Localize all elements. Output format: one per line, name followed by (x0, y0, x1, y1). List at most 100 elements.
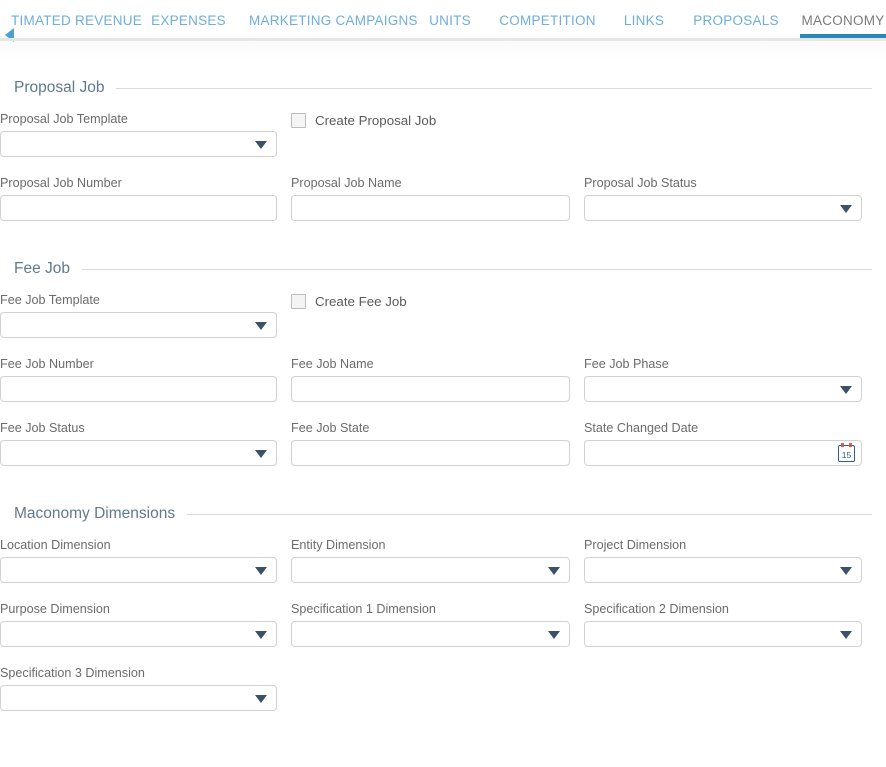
dropdown-proposal-job-template[interactable] (0, 131, 277, 157)
section-fields-maconomy-dimensions: Location Dimension Entity Dimension Projec… (0, 538, 886, 730)
field-label: Specification 3 Dimension (0, 666, 277, 681)
tab-bar-baseline (0, 38, 886, 41)
tab-proposals[interactable]: PROPOSALS (688, 0, 784, 38)
text-input-fee-job-number[interactable] (0, 376, 277, 402)
field-fee-job-template: Fee Job Template (0, 293, 277, 338)
field-label: Fee Job State (291, 421, 570, 436)
text-input-proposal-job-name[interactable] (291, 195, 570, 221)
dropdown-fee-job-phase[interactable] (584, 376, 862, 402)
tab-label: UNITS (429, 13, 471, 28)
field-fee-job-name: Fee Job Name (291, 357, 570, 402)
dropdown-specification-1-dimension[interactable] (291, 621, 570, 647)
tab-timated-revenue[interactable]: TIMATED REVENUE (11, 0, 131, 38)
calendar-icon-binding-right (849, 443, 852, 447)
dropdown-purpose-dimension[interactable] (0, 621, 277, 647)
checkbox-row-create-proposal-job[interactable]: Create Proposal Job (291, 113, 436, 128)
calendar-icon[interactable]: 15 (838, 445, 855, 462)
field-label: Proposal Job Status (584, 176, 862, 191)
field-label: Fee Job Phase (584, 357, 862, 372)
tab-bar-shadow (0, 41, 886, 61)
field-label: Specification 1 Dimension (291, 602, 570, 617)
checkbox-row-create-fee-job[interactable]: Create Fee Job (291, 294, 407, 309)
dropdown-specification-2-dimension[interactable] (584, 621, 862, 647)
field-label: Proposal Job Name (291, 176, 570, 191)
field-label: Project Dimension (584, 538, 862, 553)
section-divider (82, 269, 872, 270)
chevron-down-icon (840, 205, 852, 213)
section-fields-fee-job: Fee Job Template Fee Job Number Fee Job Na… (0, 293, 886, 485)
dropdown-specification-3-dimension[interactable] (0, 685, 277, 711)
chevron-down-icon (255, 631, 267, 639)
chevron-down-icon (548, 631, 560, 639)
field-label: Fee Job Status (0, 421, 277, 436)
checkbox-create-proposal-job[interactable] (291, 113, 306, 128)
field-label: Fee Job Number (0, 357, 277, 372)
dropdown-project-dimension[interactable] (584, 557, 862, 583)
dropdown-fee-job-template[interactable] (0, 312, 277, 338)
field-proposal-job-template: Proposal Job Template (0, 112, 277, 157)
tab-bar: TIMATED REVENUE EXPENSES MARKETING CAMPAIG… (0, 0, 886, 41)
field-proposal-job-status: Proposal Job Status (584, 176, 862, 221)
field-label: Specification 2 Dimension (584, 602, 862, 617)
field-purpose-dimension: Purpose Dimension (0, 602, 277, 647)
dropdown-location-dimension[interactable] (0, 557, 277, 583)
field-label: Proposal Job Number (0, 176, 277, 191)
chevron-down-icon (255, 141, 267, 149)
field-label: Entity Dimension (291, 538, 570, 553)
dropdown-proposal-job-status[interactable] (584, 195, 862, 221)
field-specification-3-dimension: Specification 3 Dimension (0, 666, 277, 711)
form-body: Proposal JobProposal Job TemplateProposa… (0, 79, 886, 730)
field-label: Fee Job Template (0, 293, 277, 308)
section-header-maconomy-dimensions: Maconomy Dimensions (0, 505, 886, 523)
section-divider (116, 88, 872, 89)
date-input-state-changed-date[interactable]: 15 (584, 440, 862, 466)
section-header-fee-job: Fee Job (0, 260, 886, 278)
tab-label: MARKETING CAMPAIGNS (249, 13, 418, 28)
field-state-changed-date: State Changed Date 15 (584, 421, 862, 466)
chevron-down-icon (548, 567, 560, 575)
field-location-dimension: Location Dimension (0, 538, 277, 583)
tab-label: MACONOMY (802, 13, 885, 28)
checkbox-label: Create Proposal Job (315, 113, 436, 128)
dropdown-fee-job-status[interactable] (0, 440, 277, 466)
field-fee-job-status: Fee Job Status (0, 421, 277, 466)
section-fields-proposal-job: Proposal Job Template Proposal Job Number… (0, 112, 886, 240)
field-fee-job-phase: Fee Job Phase (584, 357, 862, 402)
text-input-fee-job-name[interactable] (291, 376, 570, 402)
tab-label: COMPETITION (499, 13, 596, 28)
tab-strip: TIMATED REVENUE EXPENSES MARKETING CAMPAIG… (0, 0, 886, 38)
tab-links[interactable]: LINKS (620, 0, 668, 38)
field-entity-dimension: Entity Dimension (291, 538, 570, 583)
field-label: Fee Job Name (291, 357, 570, 372)
field-label: Location Dimension (0, 538, 277, 553)
chevron-down-icon (255, 567, 267, 575)
text-input-proposal-job-number[interactable] (0, 195, 277, 221)
checkbox-label: Create Fee Job (315, 294, 407, 309)
field-label: Proposal Job Template (0, 112, 277, 127)
section-header-proposal-job: Proposal Job (0, 79, 886, 97)
tab-expenses[interactable]: EXPENSES (151, 0, 226, 38)
section-divider (187, 514, 872, 515)
section-title: Proposal Job (14, 79, 116, 97)
tab-label: EXPENSES (151, 13, 226, 28)
chevron-down-icon (255, 450, 267, 458)
text-input-fee-job-state[interactable] (291, 440, 570, 466)
field-fee-job-state: Fee Job State (291, 421, 570, 466)
tab-maconomy[interactable]: MACONOMY (800, 0, 886, 38)
chevron-down-icon (840, 386, 852, 394)
dropdown-entity-dimension[interactable] (291, 557, 570, 583)
tab-marketing-campaigns[interactable]: MARKETING CAMPAIGNS (249, 0, 402, 38)
field-fee-job-number: Fee Job Number (0, 357, 277, 402)
tab-label: TIMATED REVENUE (11, 13, 142, 28)
checkbox-create-fee-job[interactable] (291, 294, 306, 309)
section-title: Maconomy Dimensions (14, 505, 187, 523)
calendar-icon-day: 15 (839, 450, 854, 461)
field-label: Purpose Dimension (0, 602, 277, 617)
calendar-icon-binding-left (841, 443, 844, 447)
field-label: State Changed Date (584, 421, 862, 436)
tab-competition[interactable]: COMPETITION (495, 0, 600, 38)
chevron-down-icon (840, 567, 852, 575)
tab-units[interactable]: UNITS (425, 0, 475, 38)
chevron-down-icon (255, 695, 267, 703)
field-proposal-job-name: Proposal Job Name (291, 176, 570, 221)
